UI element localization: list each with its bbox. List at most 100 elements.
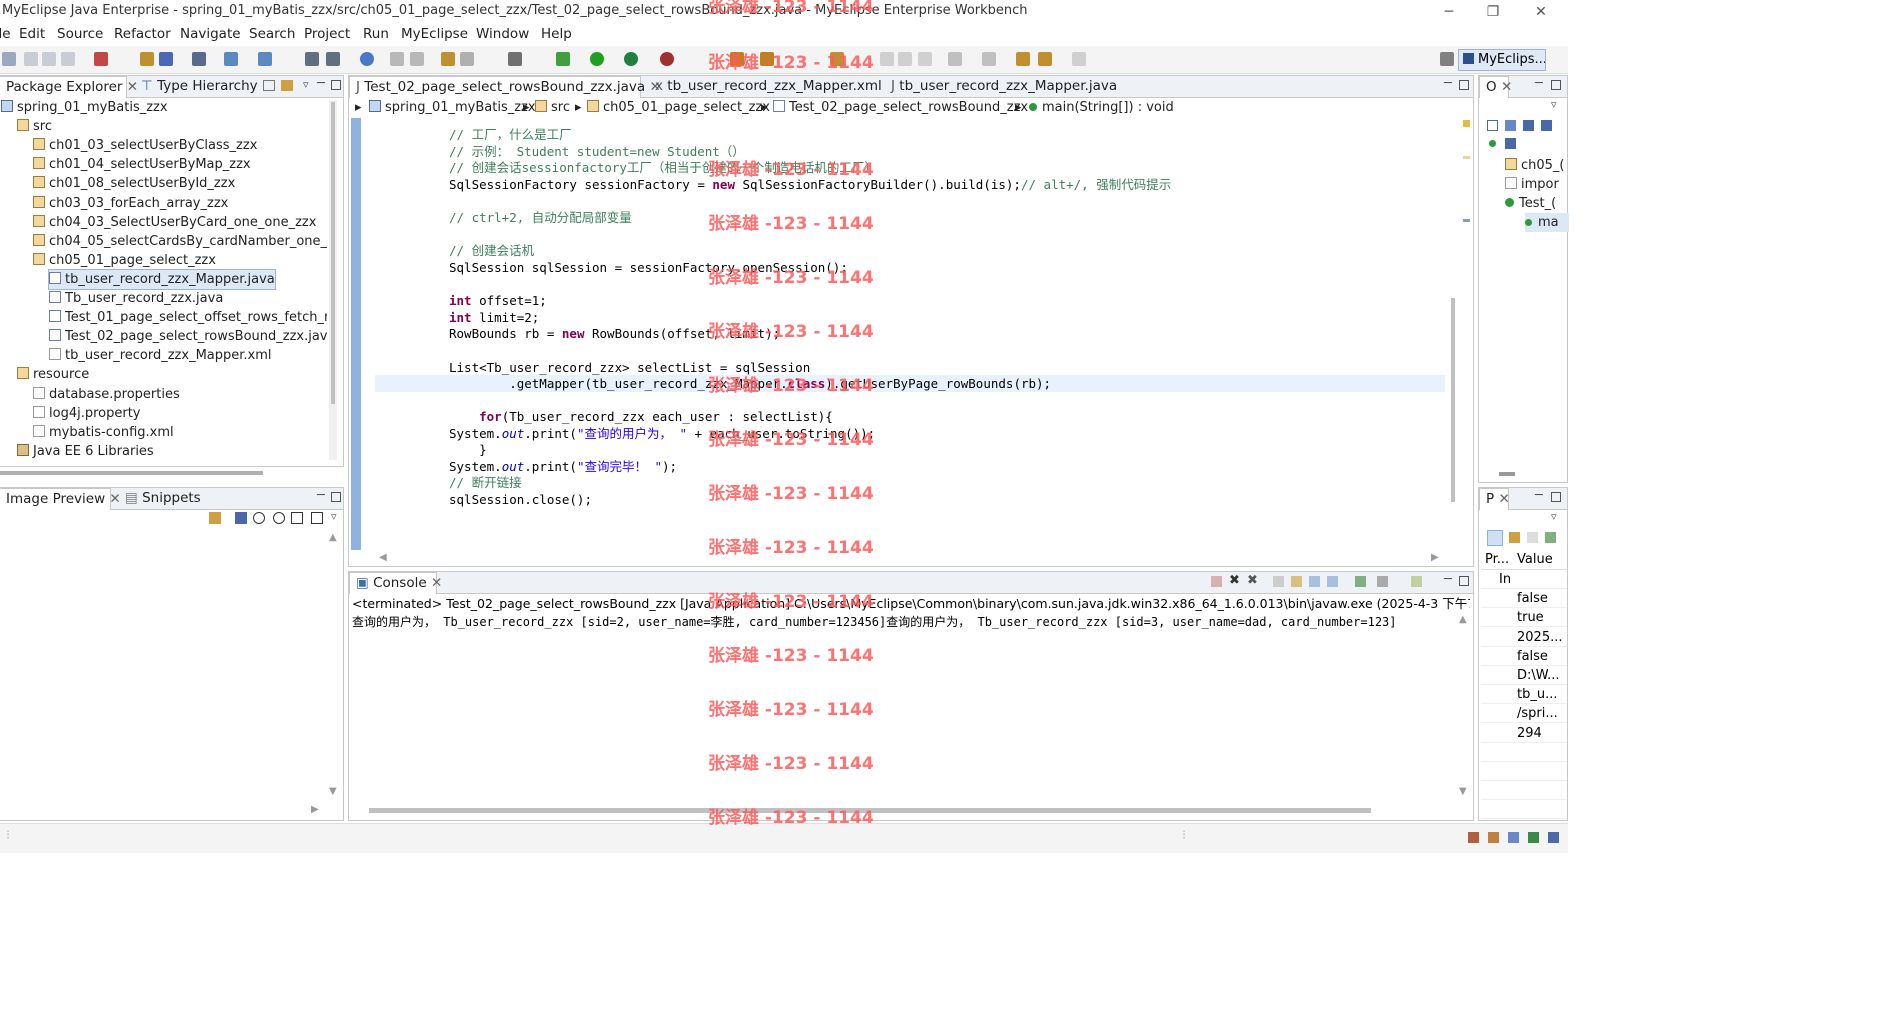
scroll-right-icon[interactable]: ▶ — [311, 804, 319, 815]
memory-status-icon[interactable] — [1548, 832, 1559, 843]
menu-navigate[interactable]: Navigate — [180, 26, 241, 42]
tree-item[interactable]: ch01_03_selectUserByClass_zzx — [33, 136, 257, 155]
code-line[interactable]: } — [449, 441, 487, 458]
minimize-view-icon[interactable]: ─ — [317, 76, 325, 91]
clear-console-icon[interactable] — [1273, 576, 1284, 587]
back-icon[interactable] — [1038, 52, 1052, 66]
close-tab-icon[interactable]: ✕ — [431, 575, 442, 591]
property-row[interactable]: false — [1481, 589, 1567, 609]
open-resource-icon[interactable] — [159, 52, 173, 66]
minimize-view-icon[interactable]: ─ — [1535, 76, 1543, 91]
menu-project[interactable]: Project — [304, 26, 350, 42]
prev-annotation-icon[interactable] — [982, 52, 996, 66]
property-column-header[interactable]: Pr... — [1485, 550, 1509, 570]
code-line[interactable]: // 示例： Student student=new Student（） — [449, 143, 745, 160]
open-project-icon[interactable] — [94, 52, 108, 66]
horizontal-scrollbar[interactable] — [1499, 472, 1515, 476]
task-status-icon[interactable] — [1488, 832, 1499, 843]
breadcrumb-package[interactable]: ch05_01_page_select_zzx — [587, 98, 770, 118]
code-line[interactable]: // ctrl+2, 自动分配局部变量 — [449, 209, 632, 226]
maximize-button[interactable]: ❐ — [1470, 0, 1516, 24]
hide-fields-icon[interactable] — [1523, 120, 1534, 131]
open-console-icon[interactable] — [1411, 576, 1422, 587]
menu-file[interactable]: File — [0, 26, 11, 42]
block-select-icon[interactable] — [898, 52, 912, 66]
scroll-down-icon[interactable]: ▼ — [329, 786, 337, 797]
tree-item[interactable]: Tb_user_record_zzx.java — [49, 289, 223, 308]
link-editor-icon[interactable] — [281, 80, 293, 91]
scroll-up-icon[interactable]: ▲ — [1459, 614, 1467, 625]
tree-item[interactable]: resource — [17, 365, 89, 384]
property-row[interactable]: 294 — [1481, 724, 1567, 743]
close-tab-icon[interactable]: ✕ — [1498, 491, 1509, 507]
code-line[interactable]: int offset=1; — [449, 292, 547, 309]
tab-snippets[interactable]: ▤ Snippets — [119, 488, 207, 510]
minimize-view-icon[interactable]: ─ — [1535, 488, 1543, 503]
scroll-lock-icon[interactable] — [1291, 576, 1302, 587]
terminate-icon[interactable] — [1211, 576, 1222, 587]
open-perspective-icon[interactable] — [1440, 52, 1454, 66]
nav-back-history-icon[interactable] — [390, 52, 404, 66]
fit-icon[interactable] — [235, 512, 247, 524]
value-column-header[interactable]: Value — [1517, 550, 1553, 570]
tree-item[interactable]: ch01_04_selectUserByMap_zzx — [33, 155, 251, 174]
run-icon[interactable] — [590, 52, 604, 66]
publish-icon[interactable] — [258, 52, 272, 66]
menu-source[interactable]: Source — [57, 26, 103, 42]
tree-item[interactable]: database.properties — [33, 385, 180, 404]
editor-vertical-scrollbar[interactable] — [1449, 118, 1463, 550]
code-line[interactable]: // 创建会话sessionfactory工厂（相当于创建的一个制造电话机的工厂… — [449, 159, 877, 176]
whitespace-icon[interactable] — [918, 52, 932, 66]
search-icon[interactable] — [730, 52, 744, 66]
sync-icon[interactable] — [209, 512, 221, 524]
scroll-right-icon[interactable]: ▶ — [1431, 552, 1439, 563]
print-icon[interactable] — [61, 52, 75, 66]
menu-window[interactable]: Window — [476, 26, 529, 42]
tree-item[interactable]: tb_user_record_zzx_Mapper.java — [48, 268, 276, 290]
menu-myeclipse[interactable]: MyEclipse — [401, 26, 468, 42]
maximize-view-icon[interactable] — [331, 492, 341, 502]
tree-item[interactable]: ch01_08_selectUserById_zzx — [33, 174, 235, 193]
menu-edit[interactable]: Edit — [19, 26, 45, 42]
breadcrumb-method[interactable]: main(String[]) : void — [1029, 98, 1174, 118]
code-line[interactable]: // 断开链接 — [449, 474, 522, 491]
tab-editor-mapper-xml[interactable]: x tb_user_record_zzx_Mapper.xml — [649, 76, 888, 98]
tree-item[interactable]: Test_01_page_select_offset_rows_fetch_ne — [49, 308, 327, 327]
tab-properties[interactable]: P ✕ — [1479, 488, 1510, 510]
property-row[interactable]: /spri... — [1481, 704, 1567, 724]
forward-icon[interactable] — [1072, 52, 1086, 66]
save-all-icon[interactable] — [42, 52, 56, 66]
close-tab-icon[interactable]: ✕ — [1501, 79, 1512, 95]
zoom-in-icon[interactable] — [273, 512, 285, 524]
new-icon[interactable] — [2, 52, 16, 66]
code-line[interactable]: SqlSession sqlSession = sessionFactory.o… — [449, 259, 848, 276]
tab-editor-mapper-java[interactable]: J tb_user_record_zzx_Mapper.java — [885, 76, 1123, 98]
outline-item-selected[interactable]: ma — [1525, 213, 1569, 232]
server-status-icon[interactable] — [1468, 832, 1479, 843]
property-row[interactable]: false — [1481, 647, 1567, 666]
console-output[interactable]: 查询的用户为， Tb_user_record_zzx [sid=2, user_… — [352, 613, 1454, 631]
minimize-button[interactable]: ─ — [1426, 0, 1472, 24]
overview-marker-icon[interactable] — [1463, 219, 1470, 222]
maximize-view-icon[interactable] — [1551, 80, 1561, 90]
outline-item[interactable]: Test_( — [1505, 194, 1556, 213]
maximize-view-icon[interactable] — [1459, 576, 1469, 586]
update-status-icon[interactable] — [1508, 832, 1519, 843]
minimize-editor-icon[interactable]: ─ — [1444, 76, 1452, 91]
scroll-down-icon[interactable]: ▼ — [1459, 786, 1467, 797]
code-line[interactable]: sqlSession.close(); — [449, 491, 592, 508]
property-group-row[interactable]: In — [1481, 570, 1567, 589]
fullscreen-icon[interactable] — [311, 512, 323, 524]
tab-type-hierarchy[interactable]: ⊤ Type Hierarchy — [135, 76, 264, 98]
terminal-icon[interactable] — [326, 52, 340, 66]
tree-item[interactable]: mybatis-config.xml — [33, 423, 174, 442]
next-annotation-icon[interactable] — [948, 52, 962, 66]
tree-item[interactable]: log4j.property — [33, 404, 140, 423]
nav-forward-history-icon[interactable] — [410, 52, 424, 66]
view-menu-icon[interactable]: ▿ — [1551, 510, 1557, 523]
code-line[interactable]: System.out.print("查询完毕！ "); — [449, 458, 677, 475]
code-line[interactable]: // 工厂，什么是工厂 — [449, 126, 572, 143]
breadcrumb-project[interactable]: spring_01_myBatis_zzx — [369, 98, 536, 118]
tree-item[interactable]: src — [17, 117, 52, 136]
minimize-view-icon[interactable]: ─ — [1444, 572, 1452, 587]
